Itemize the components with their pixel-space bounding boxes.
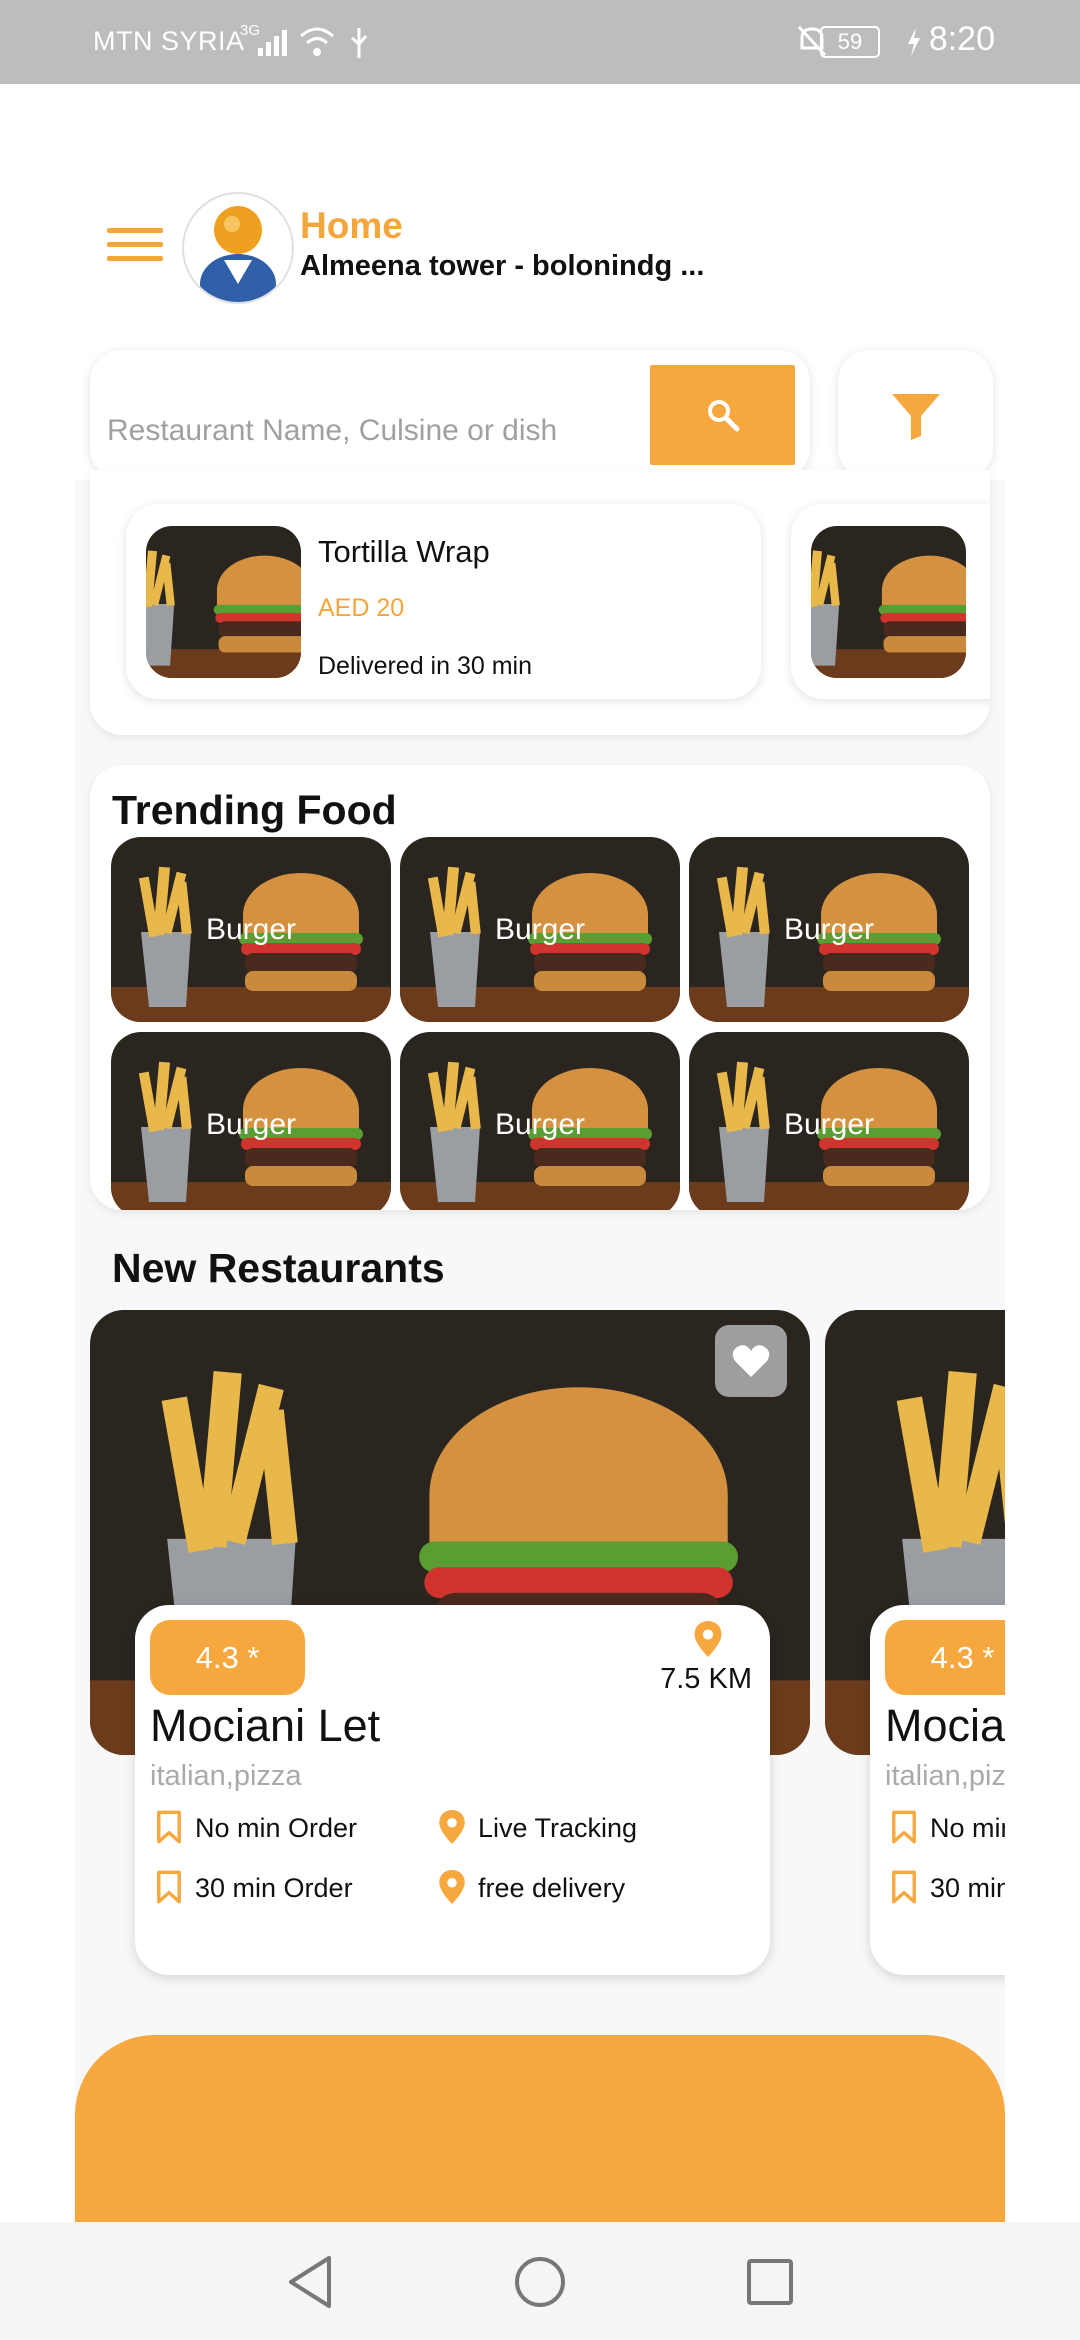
clock: 8:20	[928, 20, 995, 58]
restaurant-card[interactable]: 4.3 * 7.5 KM Mociani Let italian,pizza N…	[135, 1605, 770, 1975]
food-label: Burger	[494, 913, 586, 946]
offer-delivery-time: Delivered in 30 min	[318, 652, 532, 680]
trending-title: Trending Food	[112, 787, 397, 833]
offer-price: AED 20	[318, 594, 405, 622]
feature-label: Live Tracking	[478, 1813, 638, 1843]
menu-icon[interactable]	[107, 228, 163, 264]
search-bar	[90, 350, 810, 480]
restaurant-name: Mociani Let	[885, 1700, 1005, 1751]
carrier-label: MTN SYRIA	[93, 26, 245, 56]
home-icon[interactable]	[513, 2255, 567, 2309]
page-title: Home	[300, 205, 403, 246]
bookmark-icon	[155, 1810, 183, 1844]
rating-badge: 4.3 *	[885, 1620, 1005, 1695]
offer-card[interactable]: Tortilla Wrap AED 20 Delivered in 30 min	[126, 504, 761, 699]
location-pin-icon	[438, 1810, 466, 1844]
filter-icon	[892, 394, 940, 440]
search-input[interactable]	[105, 410, 649, 452]
food-tile[interactable]: Burger	[111, 837, 391, 1022]
location-pin-icon	[438, 1870, 466, 1904]
offer-card[interactable]	[791, 504, 990, 699]
signal-icon	[258, 30, 287, 56]
food-label: Burger	[783, 1108, 875, 1141]
search-icon	[708, 400, 740, 432]
food-label: Burger	[205, 913, 297, 946]
trending-section: Trending Food Burger Burger Burger Burge…	[90, 765, 990, 1210]
restaurant-cuisine: italian,pizza	[885, 1760, 1005, 1792]
feature-label: free delivery	[478, 1873, 626, 1903]
search-button[interactable]	[650, 365, 795, 465]
new-restaurants-title: New Restaurants	[112, 1245, 445, 1291]
back-icon[interactable]	[285, 2254, 335, 2310]
food-label: Burger	[783, 913, 875, 946]
offer-image	[811, 526, 966, 678]
location-pin-icon	[694, 1621, 722, 1657]
bookmark-icon	[890, 1870, 918, 1904]
feature-label: 30 min Order	[930, 1873, 1005, 1903]
restaurant-card[interactable]: 4.3 * Mociani Let italian,pizza No min O…	[870, 1605, 1005, 1975]
usb-icon	[351, 28, 368, 58]
food-tile[interactable]: Burger	[689, 1032, 969, 1210]
feature-label: 30 min Order	[195, 1873, 353, 1903]
food-tile[interactable]: Burger	[400, 837, 680, 1022]
restaurants-carousel[interactable]: 4.3 * 7.5 KM Mociani Let italian,pizza N…	[75, 1310, 1005, 2010]
delivery-address[interactable]: Almeena tower - bolonindg ...	[300, 250, 704, 283]
offer-image	[146, 526, 301, 678]
distance: 7.5 KM	[660, 1663, 752, 1695]
restaurant-cuisine: italian,pizza	[150, 1760, 302, 1792]
food-tile[interactable]: Burger	[400, 1032, 680, 1210]
recents-icon[interactable]	[745, 2257, 795, 2307]
offer-name: Tortilla Wrap	[318, 534, 490, 569]
wifi-icon	[300, 27, 334, 56]
feature-label: No min Order	[930, 1813, 1005, 1843]
charging-icon	[908, 28, 920, 56]
bookmark-icon	[155, 1870, 183, 1904]
rating-badge: 4.3 *	[150, 1620, 305, 1695]
food-label: Burger	[494, 1108, 586, 1141]
bookmark-icon	[890, 1810, 918, 1844]
offers-carousel[interactable]: Tortilla Wrap AED 20 Delivered in 30 min	[90, 470, 990, 735]
system-nav-bar	[0, 2222, 1080, 2340]
food-tile[interactable]: Burger	[111, 1032, 391, 1210]
feature-label: No min Order	[195, 1813, 358, 1843]
avatar[interactable]	[182, 192, 294, 304]
favorite-button[interactable]	[715, 1325, 787, 1397]
food-tile[interactable]: Burger	[689, 837, 969, 1022]
heart-icon	[732, 1345, 770, 1377]
status-bar: MTN SYRIA 3G 59 8:20	[0, 0, 1080, 84]
restaurant-name: Mociani Let	[150, 1700, 381, 1751]
food-label: Burger	[205, 1108, 297, 1141]
battery-level: 59	[820, 26, 880, 58]
filter-button[interactable]	[838, 350, 993, 480]
